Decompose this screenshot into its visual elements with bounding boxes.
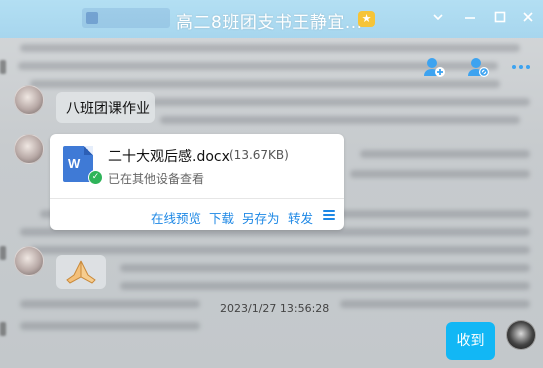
save-as-link[interactable]: 另存为 <box>242 208 280 227</box>
background-mark <box>0 322 6 336</box>
file-message-card[interactable]: W ✓ 二十大观后感.docx (13.67KB) 已在其他设备查看 在线预览 … <box>50 134 344 230</box>
maximize-button[interactable] <box>490 9 510 29</box>
preview-link[interactable]: 在线预览 <box>151 208 201 227</box>
file-size: (13.67KB) <box>229 148 289 162</box>
background-text-line <box>360 150 530 158</box>
emoji-bubble[interactable] <box>56 255 106 289</box>
minimize-icon <box>465 17 475 19</box>
timestamp: 2023/1/27 13:56:28 <box>220 302 330 315</box>
background-mark <box>0 246 6 260</box>
chevron-down-icon <box>433 14 443 21</box>
collapse-button[interactable] <box>428 9 448 29</box>
background-text-line <box>340 300 530 308</box>
divider <box>50 198 344 199</box>
background-text-line <box>350 170 530 178</box>
background-text-line <box>120 282 530 290</box>
avatar[interactable] <box>14 134 44 164</box>
praying-hands-icon <box>66 260 96 284</box>
minimize-button[interactable] <box>460 9 480 29</box>
menu-icon[interactable] <box>323 210 335 220</box>
background-text-line <box>20 322 200 330</box>
file-name[interactable]: 二十大观后感.docx <box>108 146 230 166</box>
manage-member-icon[interactable] <box>466 55 490 79</box>
avatar[interactable] <box>14 85 44 115</box>
add-member-icon[interactable] <box>422 55 446 79</box>
background-text-line <box>20 44 520 52</box>
file-status: 已在其他设备查看 <box>108 172 205 186</box>
forward-link[interactable]: 转发 <box>288 208 313 227</box>
more-icon[interactable] <box>509 55 533 79</box>
background-text-line <box>150 98 530 106</box>
download-link[interactable]: 下载 <box>209 208 234 227</box>
avatar[interactable] <box>14 246 44 276</box>
close-icon <box>523 12 533 22</box>
star-badge-icon: ★ <box>358 11 375 27</box>
background-text-line <box>30 246 530 254</box>
self-avatar[interactable] <box>506 320 536 350</box>
maximize-icon <box>494 11 506 23</box>
message-text: 八班团课作业 <box>66 101 150 117</box>
window-title: 高二8班团支书王静宜... <box>176 13 363 33</box>
check-icon: ✓ <box>88 170 103 185</box>
background-mark <box>0 60 6 74</box>
sent-message-bubble[interactable]: 收到 <box>446 322 495 360</box>
background-text-line <box>160 116 520 124</box>
background-text-line <box>120 264 530 272</box>
message-bubble[interactable]: 八班团课作业 <box>56 92 155 123</box>
background-text-line <box>20 300 200 308</box>
close-button[interactable] <box>518 9 538 29</box>
background-text-line <box>30 80 500 88</box>
tab-ghost-icon <box>86 12 98 24</box>
title-bar: 高二8班团支书王静宜... ★ <box>0 0 543 38</box>
